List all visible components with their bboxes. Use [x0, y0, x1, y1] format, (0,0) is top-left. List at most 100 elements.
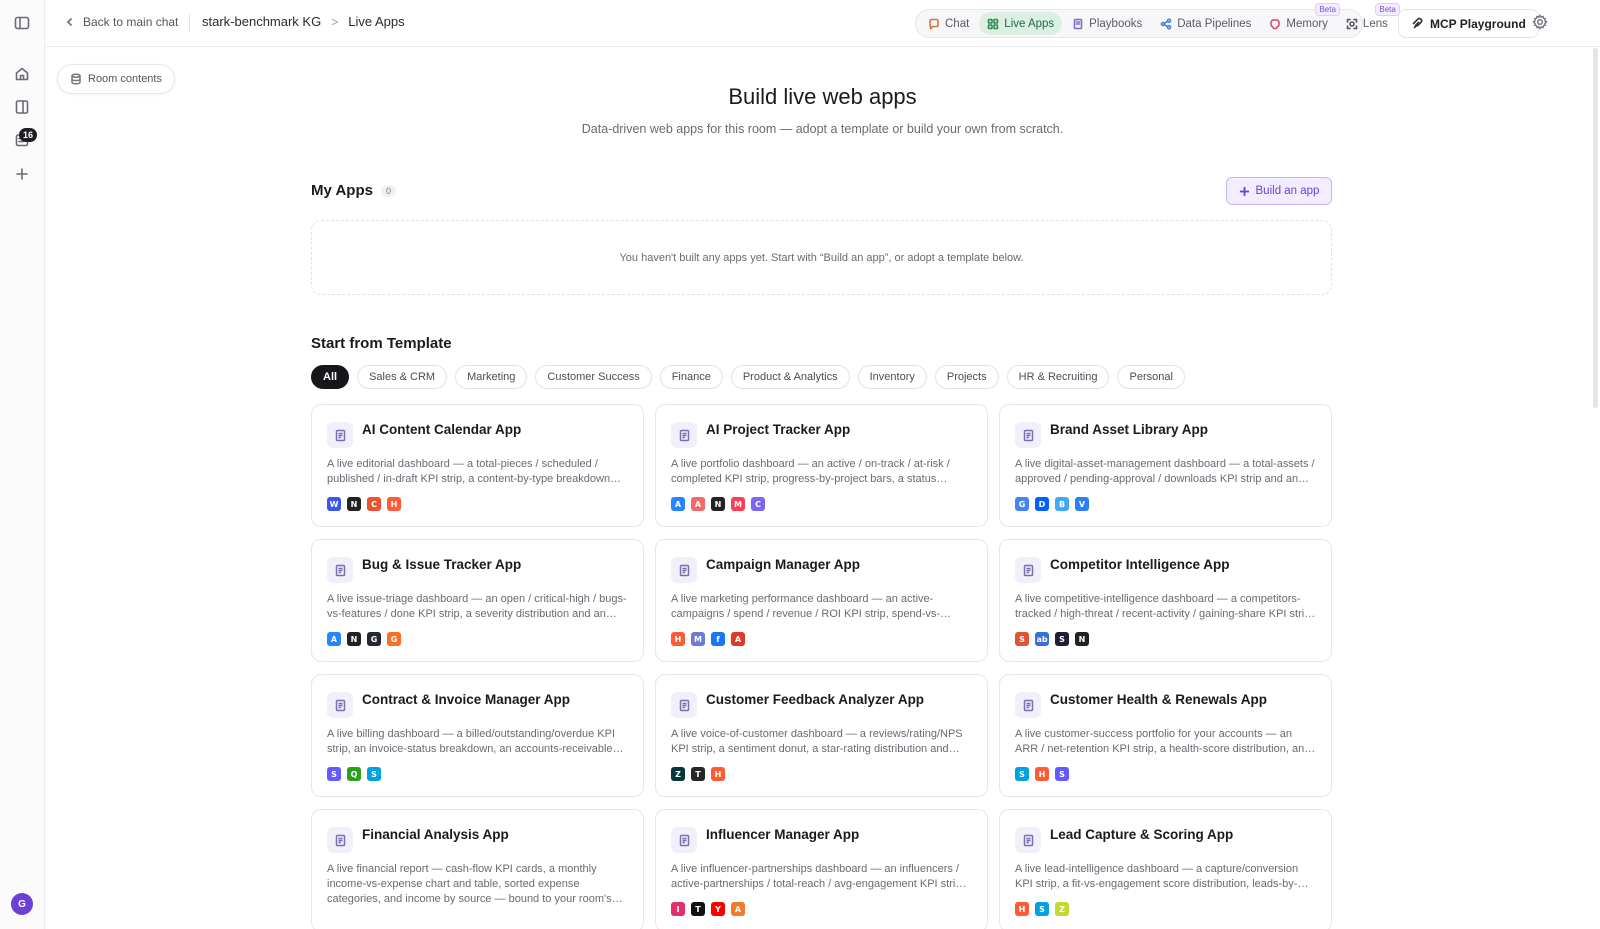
book-icon	[1073, 18, 1083, 29]
breadcrumb-room[interactable]: stark-benchmark KG	[202, 14, 321, 29]
lens-icon	[1346, 18, 1358, 29]
filter-chip-marketing[interactable]: Marketing	[455, 365, 528, 389]
add-icon[interactable]	[12, 164, 32, 184]
template-card[interactable]: Influencer Manager App A live influencer-…	[655, 809, 988, 929]
filter-chip-inventory[interactable]: Inventory	[857, 365, 927, 389]
integration-logo-icon: V	[1075, 497, 1089, 511]
integration-logo-icon: S	[1035, 902, 1049, 916]
template-card[interactable]: Campaign Manager App A live marketing per…	[655, 539, 988, 662]
template-card[interactable]: Financial Analysis App A live financial r…	[311, 809, 644, 929]
integration-logo-icon: S	[1015, 632, 1029, 646]
tab-playbooks[interactable]: Playbooks	[1064, 12, 1150, 35]
template-card[interactable]: AI Project Tracker App A live portfolio d…	[655, 404, 988, 527]
breadcrumb-current: Live Apps	[348, 14, 405, 29]
template-card[interactable]: AI Content Calendar App A live editorial …	[311, 404, 644, 527]
tab-live-apps-label: Live Apps	[1004, 17, 1055, 30]
integration-logo-icon: N	[347, 632, 361, 646]
chevron-left-icon	[66, 17, 73, 27]
template-card-title: AI Project Tracker App	[706, 422, 851, 437]
brain-icon	[1270, 18, 1281, 29]
tab-chat[interactable]: Chat	[920, 12, 977, 35]
document-icon	[671, 422, 697, 448]
integration-logo-icon: C	[367, 497, 381, 511]
document-icon	[671, 692, 697, 718]
integration-logo-icon: N	[347, 497, 361, 511]
chat-icon	[929, 18, 939, 29]
filter-chip-all[interactable]: All	[311, 365, 350, 389]
tab-chat-label: Chat	[945, 17, 970, 30]
top-bar: Back to main chat stark-benchmark KG > L…	[45, 0, 1600, 47]
tab-lens[interactable]: Lens Beta	[1338, 3, 1400, 35]
document-icon	[1015, 827, 1041, 853]
tab-live-apps[interactable]: Live Apps	[979, 12, 1063, 35]
filter-chip-hr-recruiting[interactable]: HR & Recruiting	[1006, 365, 1110, 389]
template-card-title: Customer Feedback Analyzer App	[706, 692, 925, 707]
template-card[interactable]: Brand Asset Library App A live digital-as…	[999, 404, 1332, 527]
back-label: Back to main chat	[83, 15, 179, 29]
filter-chip-customer-success[interactable]: Customer Success	[535, 365, 652, 389]
template-filters: All Sales & CRM Marketing Customer Success F…	[311, 365, 1185, 389]
template-card-description: A live billing dashboard — a billed/outs…	[327, 728, 616, 755]
pipeline-icon	[1160, 17, 1172, 29]
template-card[interactable]: Customer Health & Renewals App A live cus…	[999, 674, 1332, 797]
build-an-app-button[interactable]: Build an app	[1226, 177, 1332, 205]
template-card-title: AI Content Calendar App	[362, 422, 522, 437]
template-card[interactable]: Competitor Intelligence App A live compet…	[999, 539, 1332, 662]
integration-logo-icon: f	[711, 632, 725, 646]
my-apps-empty-state: You haven't built any apps yet. Start wi…	[311, 220, 1332, 295]
back-to-main-chat-link[interactable]: Back to main chat	[65, 15, 178, 29]
integration-logos: GDBV	[1015, 497, 1089, 511]
integration-logo-icon: G	[1015, 497, 1029, 511]
integration-logo-icon: T	[691, 767, 705, 781]
breadcrumb-separator-icon: >	[331, 14, 339, 29]
integration-logo-icon: A	[327, 632, 341, 646]
integration-logos: ITYA	[671, 902, 745, 916]
sidebar-toggle-icon[interactable]	[12, 13, 32, 33]
filter-chip-projects[interactable]: Projects	[934, 365, 999, 389]
tab-data-pipelines-label: Data Pipelines	[1177, 17, 1252, 30]
left-rail: 16 G	[0, 0, 45, 929]
template-card-description: A live issue-triage dashboard — an open …	[327, 593, 627, 620]
template-card-description: A live lead-intelligence dashboard — a c…	[1015, 863, 1299, 890]
mode-tabs: Chat Live Apps Playbooks Data Pipelines …	[915, 3, 1400, 38]
page-subtitle: Data-driven web apps for this room — ado…	[581, 122, 1064, 136]
integration-logo-icon: H	[711, 767, 725, 781]
document-icon	[327, 557, 353, 583]
template-card[interactable]: Contract & Invoice Manager App A live bil…	[311, 674, 644, 797]
page-title: Build live web apps	[728, 84, 917, 109]
integration-logo-icon: S	[367, 767, 381, 781]
integration-logo-icon: Y	[711, 902, 725, 916]
template-card[interactable]: Bug & Issue Tracker App A live issue-tria…	[311, 539, 644, 662]
document-icon	[1015, 557, 1041, 583]
mcp-playground-button[interactable]: MCP Playground	[1398, 9, 1539, 38]
template-card-title: Brand Asset Library App	[1050, 422, 1209, 437]
tab-lens-label: Lens	[1362, 17, 1388, 30]
integration-logos: Sab S N	[1015, 632, 1089, 646]
integration-logo-icon: G	[387, 632, 401, 646]
filter-chip-finance[interactable]: Finance	[659, 365, 723, 389]
avatar[interactable]: G	[11, 893, 33, 915]
integration-logo-icon: G	[367, 632, 381, 646]
integration-logo-icon: Z	[1055, 902, 1069, 916]
template-card-title: Influencer Manager App	[706, 827, 860, 842]
tab-data-pipelines[interactable]: Data Pipelines	[1152, 12, 1259, 35]
integration-logo-icon: A	[671, 497, 685, 511]
integration-logo-icon: M	[691, 632, 705, 646]
templates-heading: Start from Template	[311, 335, 452, 352]
integration-logo-icon: I	[671, 902, 685, 916]
breadcrumb: stark-benchmark KG > Live Apps	[202, 14, 405, 29]
settings-gear-icon[interactable]	[1532, 14, 1550, 32]
template-card[interactable]: Customer Feedback Analyzer App A live voi…	[655, 674, 988, 797]
tab-memory[interactable]: Memory Beta	[1261, 3, 1340, 35]
integration-logo-icon: A	[731, 902, 745, 916]
filter-chip-personal[interactable]: Personal	[1117, 365, 1185, 389]
template-card[interactable]: Lead Capture & Scoring App A live lead-in…	[999, 809, 1332, 929]
template-card-description: A live voice-of-customer dashboard — a r…	[671, 728, 963, 755]
integration-logo-icon: W	[327, 497, 341, 511]
filter-chip-product-analytics[interactable]: Product & Analytics	[730, 365, 850, 389]
home-icon[interactable]	[12, 64, 32, 84]
integration-logos: AANMC	[671, 497, 765, 511]
filter-chip-sales-crm[interactable]: Sales & CRM	[357, 365, 448, 389]
integration-logo-icon: ab	[1035, 632, 1049, 646]
integration-logos: HSZ	[1015, 902, 1069, 916]
